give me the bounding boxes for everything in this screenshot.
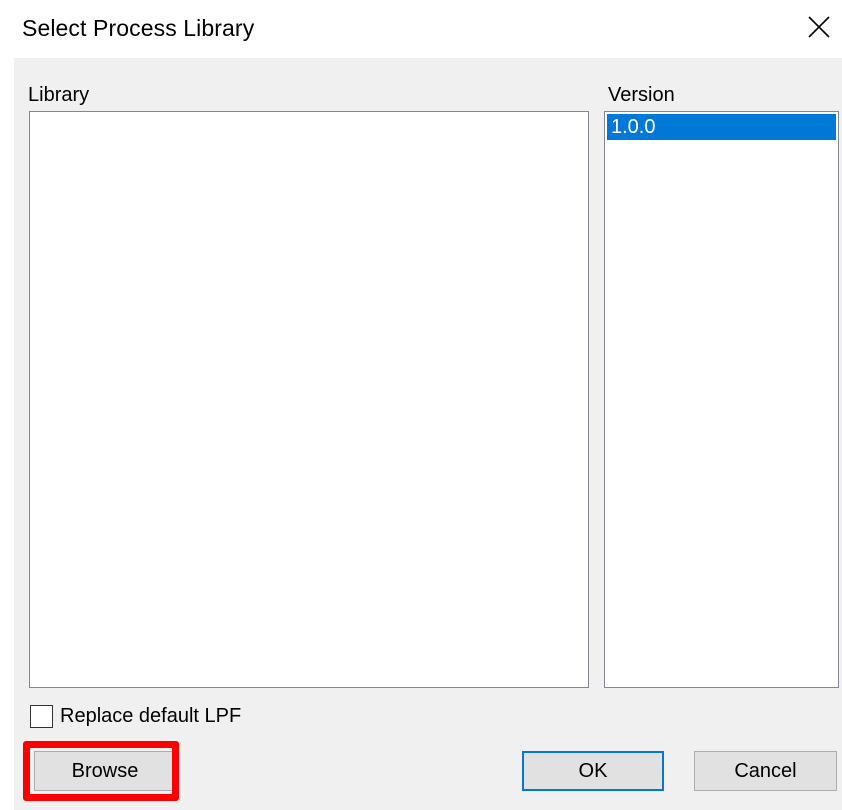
version-label: Version xyxy=(608,84,675,106)
select-process-library-dialog: Select Process Library Library Version 1… xyxy=(0,0,842,810)
window-title: Select Process Library xyxy=(22,15,255,41)
browse-button[interactable]: Browse xyxy=(34,751,176,791)
close-button[interactable] xyxy=(796,4,842,50)
replace-default-lpf-checkbox[interactable] xyxy=(30,704,53,728)
dialog-body: Library Version 1.0.0 Replace default LP… xyxy=(14,58,842,810)
library-list[interactable] xyxy=(29,111,589,688)
cancel-button[interactable]: Cancel xyxy=(694,751,837,791)
replace-default-lpf-checkbox-row[interactable]: Replace default LPF xyxy=(30,703,241,729)
title-bar: Select Process Library xyxy=(0,0,842,58)
replace-default-lpf-label[interactable]: Replace default LPF xyxy=(60,705,241,728)
library-label: Library xyxy=(28,84,90,106)
close-icon xyxy=(808,16,830,38)
ok-button[interactable]: OK xyxy=(522,751,664,791)
version-list-item[interactable]: 1.0.0 xyxy=(607,114,836,140)
version-list[interactable]: 1.0.0 xyxy=(604,111,839,688)
